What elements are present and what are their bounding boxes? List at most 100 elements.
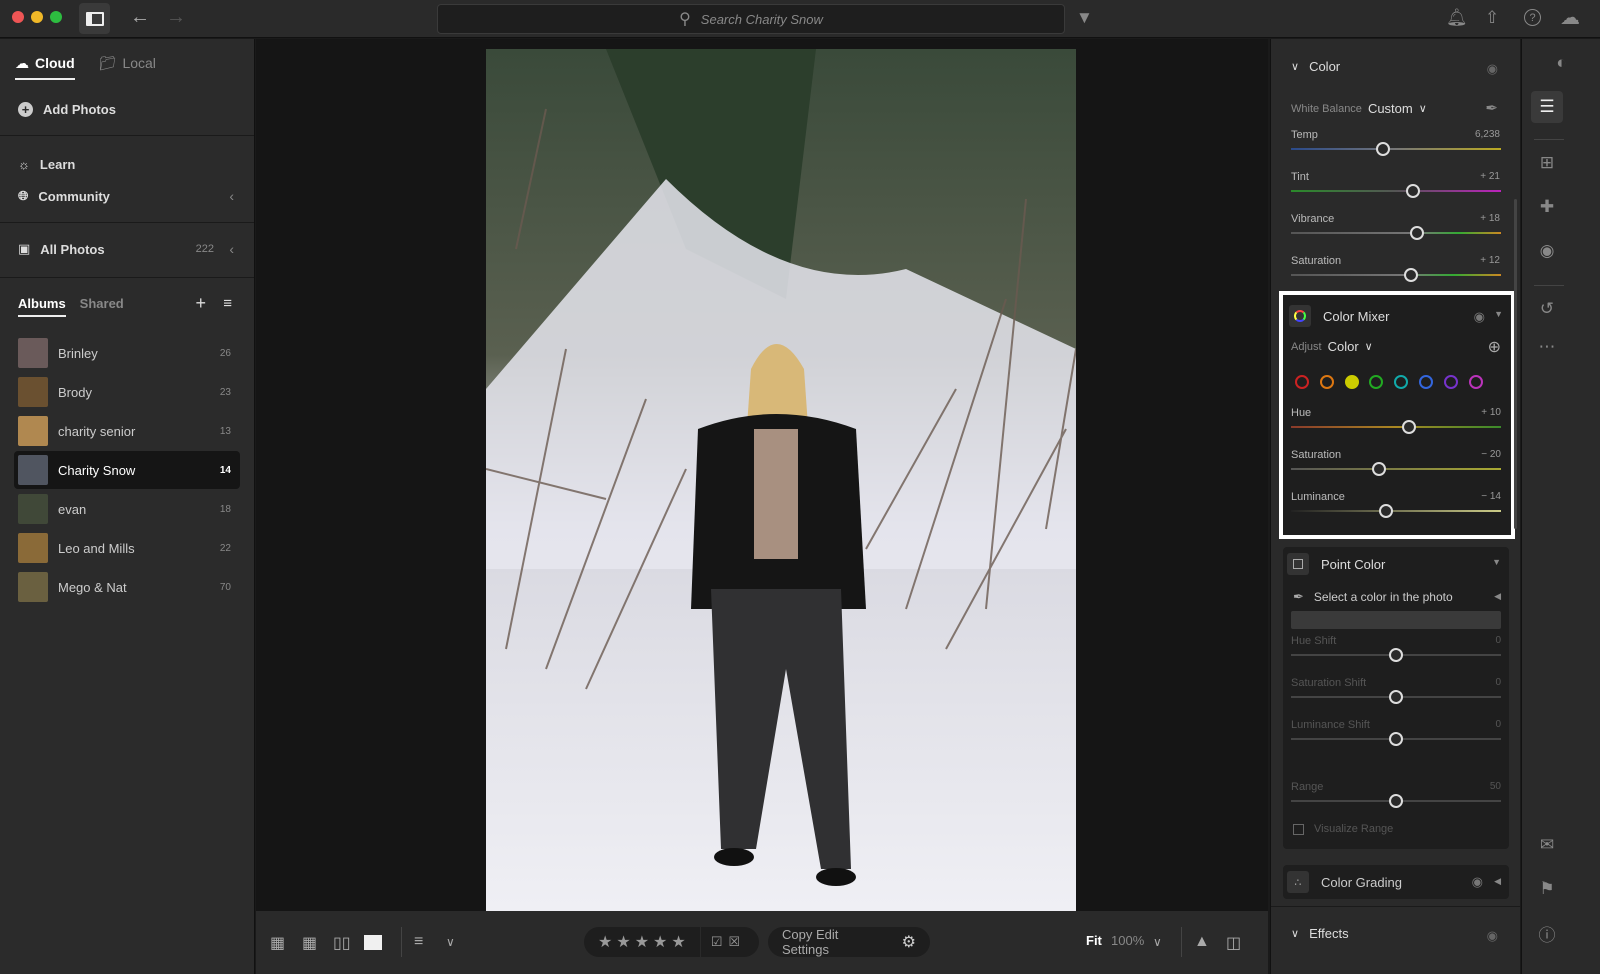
slider-value[interactable]: − 14 [1481,491,1501,502]
copy-edit-settings-button[interactable]: Copy Edit Settings [782,927,888,957]
slider-track[interactable] [1291,268,1501,282]
slider-value[interactable]: 50 [1490,781,1501,792]
chevron-left-icon[interactable]: ‹ [229,188,234,204]
chevron-down-icon[interactable]: ∨ [446,935,455,949]
select-color-button[interactable]: ✒ Select a color in the photo [1293,589,1453,605]
slider-value[interactable]: + 21 [1480,171,1500,182]
slider-track[interactable] [1291,732,1501,746]
star-rating[interactable]: ★★★★★ [598,932,690,952]
tab-local[interactable]: 📁︎ Local [99,46,156,80]
add-album-icon[interactable]: + [195,293,206,314]
help-icon[interactable]: ? [1524,9,1541,26]
adjust-select[interactable]: Adjust Color ∨ [1291,339,1373,354]
slider-thumb[interactable] [1372,462,1387,476]
slider-value[interactable]: + 12 [1480,255,1500,266]
grid-view-icon[interactable]: ▦ [302,933,317,953]
slider-thumb[interactable] [1403,268,1418,282]
zoom-fit-button[interactable]: Fit [1086,933,1102,948]
album-item[interactable]: Mego & Nat 70 [14,568,240,606]
album-item[interactable]: Leo and Mills 22 [14,529,240,567]
point-color-header[interactable]: Point Color [1287,553,1385,575]
zoom-level[interactable]: 100% [1111,933,1144,948]
slider-track[interactable] [1291,184,1501,198]
sidebar-item-learn[interactable]: ☼ Learn [0,148,254,180]
comment-icon[interactable]: ✉ [1522,835,1572,855]
visualize-range-checkbox[interactable]: Visualize Range [1293,823,1393,835]
edit-sliders-icon[interactable]: ☰ [1531,91,1563,123]
back-arrow-icon[interactable]: ← [130,6,150,29]
sidebar-toggle-button[interactable] [79,3,110,34]
slider-track[interactable] [1291,226,1501,240]
eye-icon[interactable]: ◉ [1487,928,1498,944]
slider-thumb[interactable] [1405,184,1420,198]
dropdown-arrow-icon[interactable]: ▼ [1492,557,1501,567]
gear-icon[interactable]: ⚙ [902,932,916,952]
maximize-window-button[interactable] [50,11,62,23]
color-section-header[interactable]: ∨ Color [1291,59,1340,74]
white-balance-select[interactable]: White Balance Custom ∨ [1291,101,1427,116]
search-input[interactable]: ⚲ Search Charity Snow [437,4,1065,34]
album-item[interactable]: Charity Snow 14 [14,451,240,489]
slider-thumb[interactable] [1389,732,1403,746]
sort-icon[interactable]: ≡ [223,295,232,312]
slider-track[interactable] [1291,420,1501,434]
effects-section-header[interactable]: ∨ Effects [1291,926,1349,941]
slider-value[interactable]: 0 [1495,719,1501,730]
color-swatch[interactable] [1468,375,1483,389]
flag-pick-icon[interactable]: ☑ [711,934,723,950]
color-swatch[interactable] [1419,375,1433,389]
slider-value[interactable]: + 18 [1480,213,1500,224]
tab-shared[interactable]: Shared [80,289,124,317]
info-icon[interactable]: ⓘ [1522,921,1572,946]
healing-icon[interactable]: ✚ [1522,197,1572,217]
bell-icon[interactable]: 🔔︎ [1446,8,1468,28]
color-swatch[interactable] [1369,375,1384,389]
slider-thumb[interactable] [1378,504,1393,518]
color-swatch[interactable] [1394,375,1409,389]
history-icon[interactable]: ↺ [1522,299,1572,319]
presets-icon[interactable]: ◐ [1522,53,1600,73]
color-mixer-header[interactable]: Color Mixer [1289,305,1389,327]
add-photos-button[interactable]: + Add Photos [0,89,254,129]
chevron-left-icon[interactable]: ‹ [229,241,234,257]
slider-value[interactable]: 0 [1495,635,1501,646]
color-swatch[interactable] [1344,375,1359,389]
album-item[interactable]: Brody 23 [14,373,240,411]
compare-view-icon[interactable]: ▯▯ [333,933,351,953]
slider-track[interactable] [1291,462,1501,476]
tag-icon[interactable]: ⚑ [1522,879,1572,899]
targeted-adjustment-icon[interactable]: ⊕ [1488,337,1501,357]
collapse-arrow-icon[interactable]: ◀ [1494,876,1501,887]
sidebar-item-all-photos[interactable]: ▣ All Photos 222 ‹ [0,233,254,265]
slider-value[interactable]: 6,238 [1475,129,1500,140]
tab-albums[interactable]: Albums [18,289,66,317]
square-grid-view-icon[interactable]: ▦ [270,933,285,953]
slider-track[interactable] [1291,794,1501,808]
flag-reject-icon[interactable]: ☒ [728,934,740,950]
dropdown-arrow-icon[interactable]: ▼ [1494,309,1503,319]
eye-icon[interactable]: ◉ [1472,874,1483,890]
masking-icon[interactable]: ◉ [1522,241,1572,261]
slider-thumb[interactable] [1401,420,1416,434]
color-swatch[interactable] [1295,375,1309,389]
zoom-chevron-down-icon[interactable]: ∨ [1153,935,1162,949]
album-item[interactable]: evan 18 [14,490,240,528]
eyedropper-icon[interactable]: ✒ [1485,99,1498,117]
eye-icon[interactable]: ◉ [1474,309,1485,325]
eye-icon[interactable]: ◉ [1487,61,1498,77]
slider-track[interactable] [1291,504,1501,518]
sidebar-item-community[interactable]: 🌐︎ Community ‹ [0,180,254,212]
slider-thumb[interactable] [1389,648,1403,662]
crop-icon[interactable]: ⊞ [1522,153,1572,173]
before-after-icon[interactable]: ◫ [1226,933,1241,953]
close-window-button[interactable] [12,11,24,23]
scrollbar[interactable] [1514,199,1517,529]
share-icon[interactable]: ⇧ [1485,8,1499,28]
checkbox[interactable] [1293,823,1304,835]
slider-thumb[interactable] [1389,794,1403,808]
slider-thumb[interactable] [1376,142,1391,156]
collapse-arrow-icon[interactable]: ◀ [1494,591,1501,602]
slider-value[interactable]: − 20 [1481,449,1501,460]
album-item[interactable]: Brinley 26 [14,334,240,372]
slider-thumb[interactable] [1410,226,1424,240]
